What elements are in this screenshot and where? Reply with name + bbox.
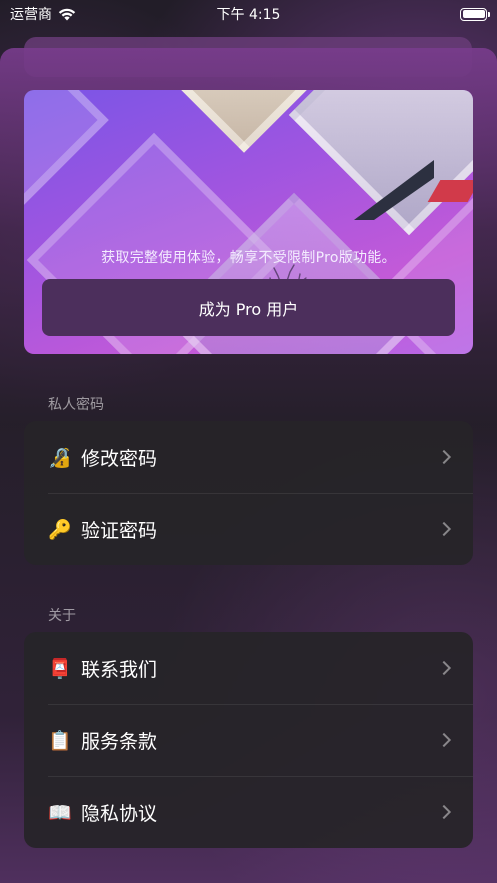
pro-promo-banner: 获取完整使用体验，畅享不受限制Pro版功能。 成为 Pro 用户 <box>24 90 473 354</box>
status-time: 下午 4:15 <box>216 7 281 23</box>
postbox-icon: 📮 <box>48 657 72 680</box>
verify-password-label: 验证密码 <box>81 519 158 542</box>
chevron-right-icon <box>436 660 452 676</box>
privacy-policy-label: 隐私协议 <box>81 802 158 825</box>
clipboard-icon: 📋 <box>48 729 72 752</box>
about-group: 📮 联系我们 📋 服务条款 📖 隐私协议 <box>24 632 473 848</box>
section-title-about: 关于 <box>48 608 76 624</box>
chevron-right-icon <box>436 521 452 537</box>
contact-us-row[interactable]: 📮 联系我们 <box>24 632 473 704</box>
key-icon: 🔑 <box>48 518 72 541</box>
terms-of-service-row[interactable]: 📋 服务条款 <box>24 704 473 776</box>
terms-of-service-label: 服务条款 <box>81 730 158 753</box>
open-book-icon: 📖 <box>48 801 72 824</box>
section-title-private-password: 私人密码 <box>48 397 104 413</box>
private-password-group: 🔏 修改密码 🔑 验证密码 <box>24 421 473 565</box>
banner-photo-tile <box>24 90 109 205</box>
become-pro-button[interactable]: 成为 Pro 用户 <box>42 279 455 336</box>
contact-us-label: 联系我们 <box>81 658 158 681</box>
change-password-label: 修改密码 <box>81 447 158 470</box>
battery-icon <box>460 7 490 21</box>
status-bar: 运营商 下午 4:15 <box>0 0 497 28</box>
change-password-row[interactable]: 🔏 修改密码 <box>24 421 473 493</box>
lock-with-pen-icon: 🔏 <box>48 446 72 469</box>
chevron-right-icon <box>436 449 452 465</box>
chevron-right-icon <box>436 732 452 748</box>
privacy-policy-row[interactable]: 📖 隐私协议 <box>24 776 473 848</box>
chevron-right-icon <box>436 804 452 820</box>
promo-description: 获取完整使用体验，畅享不受限制Pro版功能。 <box>101 250 396 266</box>
verify-password-row[interactable]: 🔑 验证密码 <box>24 493 473 565</box>
